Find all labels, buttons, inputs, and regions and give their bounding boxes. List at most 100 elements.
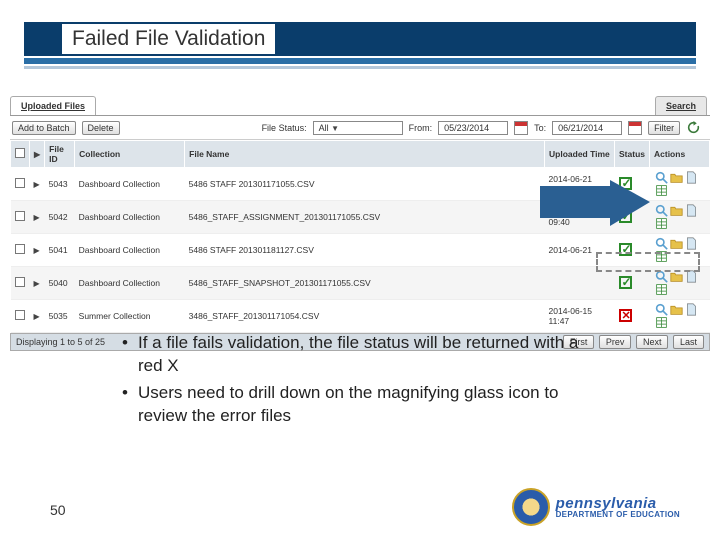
logo-dept: DEPARTMENT OF EDUCATION [556,511,680,519]
folder-icon[interactable] [670,171,683,184]
table-row: ▶5042Dashboard Collection5486_STAFF_ASSI… [11,201,710,234]
title-accent-shape [24,22,60,56]
cell-file-id: 5035 [45,300,75,333]
pager-next-button[interactable]: Next [636,335,669,349]
logo-state: pennsylvania [556,496,680,511]
expand-row-icon[interactable]: ▶ [34,246,40,255]
row-checkbox[interactable] [15,178,25,188]
filter-button[interactable]: Filter [648,121,680,135]
calendar-icon[interactable] [514,121,528,135]
file-status-label: File Status: [262,123,307,133]
cell-collection: Dashboard Collection [75,201,185,234]
table-row: ▶ 5040Dashboard Collection5486_STAFF_SNAP… [11,267,710,300]
cell-actions [650,201,710,234]
magnifying-glass-icon[interactable] [655,237,668,250]
magnifying-glass-icon[interactable] [655,204,668,217]
cell-file-name: 5486 STAFF 201301181127.CSV [185,234,545,267]
col-actions[interactable]: Actions [650,141,710,168]
cell-status [615,234,650,267]
expand-row-icon[interactable]: ▶ [34,213,40,222]
files-table: ▶ File ID Collection File Name Uploaded … [10,140,710,333]
folder-icon[interactable] [670,270,683,283]
cell-collection: Summer Collection [75,300,185,333]
cell-actions [650,267,710,300]
tab-uploaded-files[interactable]: Uploaded Files [10,96,96,115]
row-checkbox[interactable] [15,211,25,221]
page-number: 50 [50,502,66,518]
file-status-select[interactable]: All ▼ [313,121,403,135]
folder-icon[interactable] [670,204,683,217]
spreadsheet-icon[interactable] [655,217,668,230]
pager-last-button[interactable]: Last [673,335,704,349]
cell-status [615,168,650,201]
expand-all-icon[interactable]: ▶ [34,150,40,159]
check-icon [619,276,632,289]
cell-actions [650,234,710,267]
document-icon[interactable] [685,204,698,217]
refresh-icon[interactable] [686,120,701,135]
col-status[interactable]: Status [615,141,650,168]
cell-file-id: 5041 [45,234,75,267]
select-all-checkbox[interactable] [15,148,25,158]
magnifying-glass-icon[interactable] [655,270,668,283]
expand-row-icon[interactable]: ▶ [34,312,40,321]
table-row: ▶ 5035Summer Collection3486_STAFF_2013011… [11,300,710,333]
cell-uploaded-time: 2014-06-15 11:47 [545,300,615,333]
to-label: To: [534,123,546,133]
spreadsheet-icon[interactable] [655,283,668,296]
expand-row-icon[interactable]: ▶ [34,180,40,189]
filter-row: Add to Batch Delete File Status: All ▼ F… [10,116,710,140]
bullet-1: If a file fails validation, the file sta… [122,332,602,378]
cell-collection: Dashboard Collection [75,168,185,201]
row-checkbox[interactable] [15,310,25,320]
spreadsheet-icon[interactable] [655,250,668,263]
magnifying-glass-icon[interactable] [655,303,668,316]
col-file-id[interactable]: File ID [45,141,75,168]
cell-status [615,267,650,300]
col-file-name[interactable]: File Name [185,141,545,168]
cell-file-id: 5040 [45,267,75,300]
tab-search[interactable]: Search [655,96,707,115]
cell-uploaded-time [545,267,615,300]
add-to-batch-button[interactable]: Add to Batch [12,121,76,135]
state-seal-icon [512,488,550,526]
x-icon [619,309,632,322]
cell-collection: Dashboard Collection [75,267,185,300]
pager-info: Displaying 1 to 5 of 25 [16,337,105,347]
cell-file-id: 5042 [45,201,75,234]
cell-status [615,300,650,333]
document-icon[interactable] [685,237,698,250]
folder-icon[interactable] [670,303,683,316]
folder-icon[interactable] [670,237,683,250]
row-checkbox[interactable] [15,277,25,287]
expand-row-icon[interactable]: ▶ [34,279,40,288]
document-icon[interactable] [685,171,698,184]
cell-file-id: 5043 [45,168,75,201]
cell-file-name: 3486_STAFF_201301171054.CSV [185,300,545,333]
footer-logo: pennsylvania DEPARTMENT OF EDUCATION [512,488,680,526]
to-date-input[interactable]: 06/21/2014 [552,121,622,135]
divider-bar-thin [24,66,696,69]
delete-button[interactable]: Delete [82,121,120,135]
row-checkbox[interactable] [15,244,25,254]
document-icon[interactable] [685,303,698,316]
document-icon[interactable] [685,270,698,283]
table-row: ▶5043Dashboard Collection5486 STAFF 2013… [11,168,710,201]
from-date-input[interactable]: 05/23/2014 [438,121,508,135]
cell-file-name: 5486_STAFF_SNAPSHOT_201301171055.CSV [185,267,545,300]
bullet-2: Users need to drill down on the magnifyi… [122,382,602,428]
pager-prev-button[interactable]: Prev [599,335,632,349]
cell-uploaded-time: 2014-06-21 09:40 [545,201,615,234]
magnifying-glass-icon[interactable] [655,171,668,184]
cell-actions [650,300,710,333]
cell-uploaded-time: 2014-06-21 09:40 [545,168,615,201]
file-status-value: All [319,123,329,133]
spreadsheet-icon[interactable] [655,184,668,197]
table-row: ▶5041Dashboard Collection5486 STAFF 2013… [11,234,710,267]
calendar-icon[interactable] [628,121,642,135]
col-uploaded-time[interactable]: Uploaded Time [545,141,615,168]
bullet-list: If a file fails validation, the file sta… [122,332,602,432]
col-collection[interactable]: Collection [75,141,185,168]
spreadsheet-icon[interactable] [655,316,668,329]
chevron-down-icon: ▼ [331,124,339,133]
